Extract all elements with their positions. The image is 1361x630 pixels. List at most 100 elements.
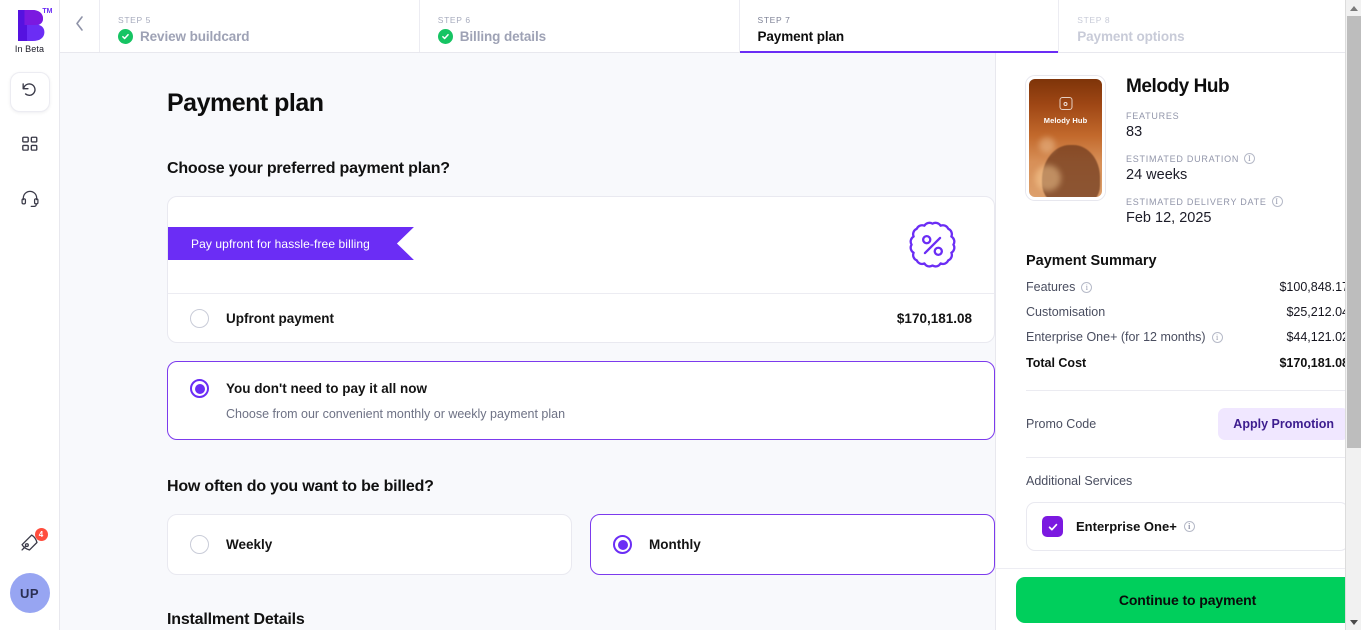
summary-label-text: Features — [1026, 280, 1076, 294]
step-number: STEP 6 — [437, 15, 471, 25]
summary-row-label: Customisation — [1026, 305, 1105, 319]
chevron-down-icon — [1350, 619, 1358, 625]
delivery-label: ESTIMATED DELIVERY DATE i — [1126, 196, 1283, 207]
page-scrollbar[interactable] — [1345, 0, 1361, 630]
thumbnail-app-name: Melody Hub — [1043, 116, 1088, 125]
upfront-radio[interactable] — [190, 308, 209, 328]
grid-icon — [21, 135, 39, 158]
installment-sublabel: Choose from our convenient monthly or we… — [226, 407, 566, 421]
content-scroll-area: Payment plan Choose your preferred payme… — [60, 53, 995, 630]
logo-b-icon: TM — [14, 8, 53, 42]
summary-row-value: $100,848.17 — [1279, 280, 1349, 294]
stepper-item-billing-details[interactable]: STEP 6 Billing details — [420, 0, 740, 52]
features-label: FEATURES — [1126, 111, 1283, 121]
info-icon[interactable]: i — [1244, 153, 1256, 164]
step-number: STEP 5 — [118, 15, 152, 25]
total-label: Total Cost — [1026, 356, 1087, 370]
support-button[interactable] — [10, 180, 50, 220]
info-icon[interactable]: i — [1183, 521, 1195, 532]
enterprise-checkbox[interactable] — [1042, 516, 1063, 537]
duration-value: 24 weeks — [1126, 167, 1188, 183]
brand-logo[interactable]: TM In Beta — [14, 8, 53, 54]
stepper: STEP 5 Review buildcard STEP 6 Billing d… — [60, 0, 1361, 53]
back-button[interactable] — [60, 0, 100, 52]
features-value: 83 — [1126, 124, 1143, 140]
summary-row-value: $44,121.02 — [1286, 330, 1349, 344]
notification-badge: 4 — [34, 528, 48, 541]
thumbnail-glow — [1035, 165, 1061, 191]
step-label: Payment plan — [757, 29, 845, 44]
ribbon-banner: Pay upfront for hassle-free billing — [168, 227, 414, 260]
summary-panel: Melody Hub Melody Hub FEATURES 83 ESTIMA… — [995, 53, 1361, 630]
delivery-value: Feb 12, 2025 — [1126, 210, 1212, 226]
summary-row-label: Enterprise One+ (for 12 months) i — [1026, 330, 1223, 344]
summary-label-text: Customisation — [1026, 305, 1106, 319]
check-icon — [437, 29, 453, 44]
percent-badge-icon — [904, 217, 961, 279]
beta-label: In Beta — [14, 44, 45, 54]
installment-details-title: Installment Details — [167, 611, 305, 628]
undo-button[interactable] — [9, 72, 50, 112]
summary-label-text: Enterprise One+ (for 12 months) — [1026, 330, 1206, 344]
upfront-payment-card[interactable]: Pay upfront for hassle-free billing Upfr… — [167, 196, 995, 343]
summary-row-value: $25,212.04 — [1286, 305, 1349, 319]
stepper-item-review-buildcard[interactable]: STEP 5 Review buildcard — [100, 0, 420, 52]
chevron-left-icon — [74, 15, 85, 37]
headset-icon — [20, 188, 40, 213]
undo-icon — [20, 80, 39, 104]
apply-promotion-button[interactable]: Apply Promotion — [1218, 408, 1349, 440]
main-column: STEP 5 Review buildcard STEP 6 Billing d… — [60, 0, 1361, 630]
check-icon — [118, 29, 133, 44]
step-number: STEP 7 — [757, 15, 791, 25]
summary-row-enterprise: Enterprise One+ (for 12 months) i $44,12… — [1026, 330, 1349, 344]
features-label-text: FEATURES — [1126, 111, 1180, 121]
continue-to-payment-button[interactable]: Continue to payment — [1015, 576, 1360, 623]
summary-row-features: Features i $100,848.17 — [1026, 280, 1349, 294]
project-title: Melody Hub — [1126, 76, 1230, 97]
scroll-up-button[interactable] — [1346, 0, 1361, 16]
summary-inner: Melody Hub Melody Hub FEATURES 83 ESTIMA… — [996, 53, 1361, 551]
duration-label-text: ESTIMATED DURATION — [1126, 153, 1240, 164]
upfront-payment-row[interactable]: Upfront payment $170,181.08 — [168, 294, 994, 342]
avatar[interactable]: UP — [9, 573, 50, 613]
step-number: STEP 8 — [1077, 15, 1111, 25]
enterprise-service-name: Enterprise One+ i — [1076, 519, 1195, 534]
summary-row-customisation: Customisation $25,212.04 — [1026, 305, 1349, 319]
total-value: $170,181.08 — [1279, 356, 1349, 370]
stepper-item-payment-plan[interactable]: STEP 7 Payment plan — [739, 0, 1060, 53]
left-rail: TM In Beta 4 UP — [0, 0, 60, 630]
installment-radio[interactable] — [190, 379, 209, 398]
installment-plan-card[interactable]: You don't need to pay it all now Choose … — [167, 361, 995, 440]
upgrade-button[interactable]: 4 — [10, 525, 50, 565]
chevron-up-icon — [1350, 5, 1358, 11]
upfront-price: $170,181.08 — [896, 310, 972, 326]
duration-label: ESTIMATED DURATION i — [1126, 153, 1283, 164]
trademark-symbol: TM — [42, 8, 53, 15]
monthly-radio[interactable] — [613, 535, 632, 554]
summary-row-label: Features i — [1026, 280, 1093, 294]
frequency-option-weekly[interactable]: Weekly — [167, 514, 572, 575]
project-meta: Melody Hub FEATURES 83 ESTIMATED DURATIO… — [1126, 76, 1283, 226]
promo-code-label: Promo Code — [1026, 417, 1097, 431]
scroll-down-button[interactable] — [1346, 614, 1361, 630]
info-icon[interactable]: i — [1271, 196, 1283, 207]
project-thumbnail: Melody Hub — [1026, 76, 1105, 200]
page-title: Payment plan — [167, 89, 324, 117]
enterprise-service-label: Enterprise One+ — [1076, 519, 1177, 534]
weekly-label: Weekly — [226, 537, 273, 552]
scrollbar-thumb[interactable] — [1347, 16, 1361, 448]
weekly-radio[interactable] — [190, 535, 209, 554]
sticky-footer: Continue to payment — [996, 568, 1361, 630]
step-label: Review buildcard — [140, 29, 250, 44]
info-icon[interactable]: i — [1211, 331, 1223, 343]
info-icon[interactable]: i — [1081, 281, 1093, 293]
thumbnail-app-icon — [1059, 97, 1072, 110]
summary-row-total: Total Cost $170,181.08 — [1026, 356, 1349, 370]
monthly-label: Monthly — [649, 537, 701, 552]
service-card-enterprise-one-plus[interactable]: Enterprise One+ i — [1026, 502, 1349, 551]
payment-summary-title: Payment Summary — [1026, 253, 1157, 269]
frequency-options: Weekly Monthly — [167, 514, 995, 575]
apps-button[interactable] — [10, 126, 50, 166]
frequency-option-monthly[interactable]: Monthly — [590, 514, 995, 575]
stepper-item-payment-options[interactable]: STEP 8 Payment options — [1059, 0, 1361, 52]
